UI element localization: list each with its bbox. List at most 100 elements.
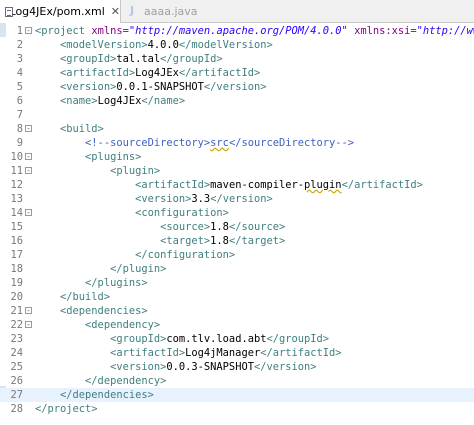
code-token: xmlns:xsi=: [354, 25, 417, 37]
code-text: <artifactId>Log4jManager</artifactId>: [35, 346, 342, 360]
code-text: <project xmlns="http://maven.apache.org/…: [35, 24, 474, 38]
code-token: src: [210, 137, 229, 149]
code-line[interactable]: 19 </plugins>: [0, 276, 474, 290]
code-token: </project>: [35, 403, 98, 415]
fold-toggle-icon[interactable]: -: [25, 125, 32, 133]
code-token: <!--sourceDirectory>: [35, 137, 211, 149]
line-number: 12: [10, 179, 23, 191]
line-number: 7: [16, 109, 23, 121]
code-line[interactable]: 21- <dependencies>: [0, 304, 474, 318]
line-number: 14: [10, 207, 23, 219]
code-line[interactable]: 4 <artifactId>Log4JEx</artifactId>: [0, 66, 474, 80]
code-token: <groupId>: [35, 333, 167, 345]
code-token: <version>: [35, 193, 192, 205]
code-token: <project: [35, 25, 92, 37]
code-line[interactable]: 13 <version>3.3</version>: [0, 192, 474, 206]
code-token: 4.0.0: [147, 39, 179, 51]
code-token: </target>: [228, 235, 286, 247]
code-text: </configuration>: [35, 248, 235, 262]
code-line[interactable]: 22- <dependency>: [0, 318, 474, 332]
code-text: <target>1.8</target>: [35, 234, 285, 248]
line-number: 8: [16, 123, 23, 135]
close-tab-icon[interactable]: ✕: [111, 5, 120, 18]
code-text: </dependency>: [35, 374, 166, 388]
code-line[interactable]: 1- <project xmlns="http://maven.apache.or…: [0, 24, 474, 38]
code-text: </project>: [35, 402, 98, 416]
code-line[interactable]: 15 <source>1.8</source>: [0, 220, 474, 234]
code-line[interactable]: 5 <version>0.0.1-SNAPSHOT</version>: [0, 80, 474, 94]
code-line[interactable]: 11- <plugin>: [0, 164, 474, 178]
fold-toggle-icon[interactable]: -: [25, 209, 32, 217]
code-token: </artifactId>: [178, 67, 261, 79]
code-line[interactable]: 20 </build>: [0, 290, 474, 304]
code-token: tal.tal: [116, 53, 161, 65]
fold-toggle-icon[interactable]: -: [25, 27, 32, 35]
line-number: 13: [10, 193, 23, 205]
code-text: <groupId>com.tlv.load.abt</groupId>: [35, 332, 329, 346]
tab-aaaa-java[interactable]: aaaa.java: [125, 0, 205, 22]
code-text: <name>Log4JEx</name>: [35, 94, 185, 108]
code-token: </configuration>: [35, 249, 236, 261]
code-token: </plugin>: [35, 263, 167, 275]
fold-toggle-icon[interactable]: -: [25, 307, 32, 315]
fold-toggle-icon[interactable]: -: [25, 167, 32, 175]
code-token: <build>: [35, 123, 104, 135]
code-token: <configuration>: [35, 207, 229, 219]
code-line[interactable]: 7: [0, 108, 474, 122]
code-token: Log4JEx: [97, 95, 142, 107]
tab-pom-xml[interactable]: Log4JEx/pom.xml ✕: [0, 0, 121, 23]
code-line[interactable]: 26 </dependency>: [0, 374, 474, 388]
code-line[interactable]: 8- <build>: [0, 122, 474, 136]
code-line[interactable]: 10- <plugins>: [0, 150, 474, 164]
code-token: <groupId>: [35, 53, 117, 65]
code-text: <plugins>: [35, 150, 141, 164]
code-token: 3.3: [191, 193, 211, 205]
java-file-icon: [129, 4, 141, 17]
line-number: 20: [10, 291, 23, 303]
code-line[interactable]: 16 <target>1.8</target>: [0, 234, 474, 248]
code-token: </artifactId>: [341, 179, 423, 191]
code-token: 1.8: [210, 235, 229, 247]
code-line[interactable]: 6 <name>Log4JEx</name>: [0, 94, 474, 108]
line-number: 16: [10, 235, 23, 247]
code-line[interactable]: 17 </configuration>: [0, 248, 474, 262]
code-token: Log4JEx: [135, 67, 179, 79]
code-token: 0.0.1-SNAPSHOT: [116, 81, 204, 93]
code-text: <build>: [35, 122, 104, 136]
code-line[interactable]: 27 </dependencies>: [0, 388, 474, 402]
code-line[interactable]: 18 </plugin>: [0, 262, 474, 276]
fold-toggle-icon[interactable]: -: [25, 321, 32, 329]
code-line[interactable]: 25 <version>0.0.3-SNAPSHOT</version>: [0, 360, 474, 374]
line-number: 10: [10, 151, 23, 163]
code-line[interactable]: 12 <artifactId>maven-compiler-plugin</ar…: [0, 178, 474, 192]
code-text: </plugins>: [35, 276, 148, 290]
eclipse-editor-window: Log4JEx/pom.xml ✕ aaaa.java 1-<project x…: [0, 0, 474, 425]
code-line[interactable]: 24 <artifactId>Log4jManager</artifactId>: [0, 346, 474, 360]
code-token: <version>: [35, 361, 167, 373]
code-token: </version>: [203, 81, 267, 93]
code-token: <artifactId>: [35, 179, 211, 191]
code-token: </version>: [253, 361, 317, 373]
code-token: </build>: [35, 291, 111, 303]
line-number: 9: [16, 137, 23, 149]
code-line[interactable]: 2 <modelVersion>4.0.0</modelVersion>: [0, 38, 474, 52]
line-number: 23: [10, 333, 23, 345]
code-line[interactable]: 9 <!--sourceDirectory>src</sourceDirecto…: [0, 136, 474, 150]
code-token: <name>: [35, 95, 98, 107]
code-line[interactable]: 14- <configuration>: [0, 206, 474, 220]
line-number: 26: [10, 375, 23, 387]
code-line[interactable]: 23 <groupId>com.tlv.load.abt</groupId>: [0, 332, 474, 346]
line-number: 18: [10, 263, 23, 275]
line-number: 2: [16, 39, 23, 51]
xml-code-editor[interactable]: 1- <project xmlns="http://maven.apache.or…: [0, 23, 474, 425]
line-number: 27: [10, 389, 23, 401]
code-token: </artifactId>: [260, 347, 342, 359]
code-text: <!--sourceDirectory>src</sourceDirectory…: [35, 136, 354, 150]
code-token: plugin: [304, 179, 342, 191]
code-line[interactable]: 28 </project>: [0, 402, 474, 416]
fold-toggle-icon[interactable]: -: [25, 153, 32, 161]
code-token: <source>: [35, 221, 211, 233]
line-number: 15: [10, 221, 23, 233]
code-line[interactable]: 3 <groupId>tal.tal</groupId>: [0, 52, 474, 66]
code-text: </build>: [35, 290, 110, 304]
